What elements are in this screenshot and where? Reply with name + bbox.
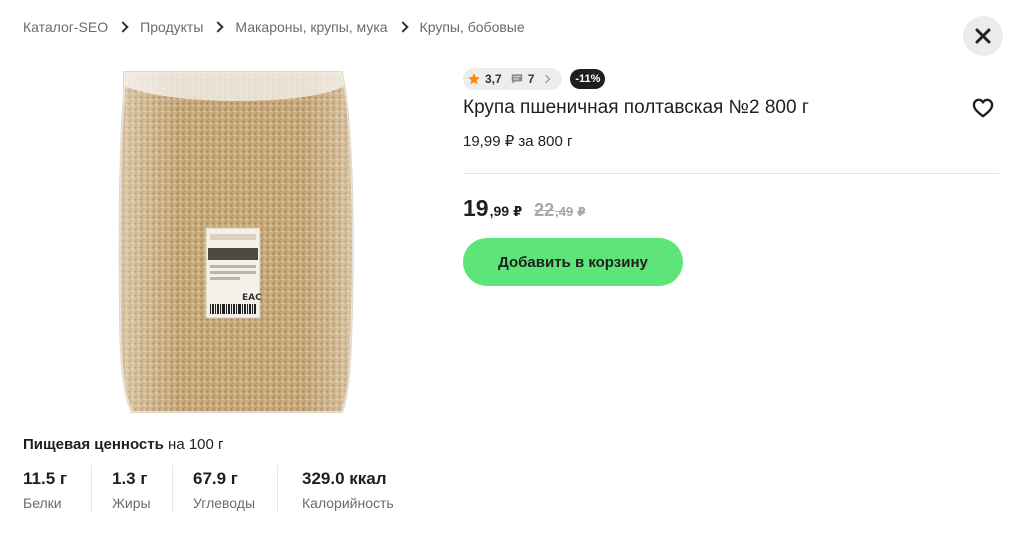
breadcrumb-products[interactable]: Продукты — [140, 19, 203, 35]
nutrition-title-suffix: на 100 г — [168, 436, 224, 453]
unit-price: 19,99 ₽ за 800 г — [463, 133, 573, 150]
rating-value: 3,7 — [485, 72, 502, 86]
reviews-count: 7 — [527, 72, 535, 86]
protein-label: Белки — [23, 495, 62, 511]
comment-icon — [511, 74, 522, 84]
product-image: ЕАС — [110, 66, 410, 416]
breadcrumb-groats-legumes[interactable]: Крупы, бобовые — [420, 19, 525, 35]
old-price: 22 ,49 ₽ — [534, 200, 585, 221]
discount-badge: -11% — [570, 69, 606, 89]
chevron-right-icon — [388, 17, 420, 37]
eac-mark: ЕАС — [242, 293, 262, 303]
fat-value: 1.3 г — [112, 469, 148, 488]
current-price-cents: ,99 — [489, 203, 510, 219]
close-icon — [975, 28, 991, 44]
price-block: 19 ,99 ₽ 22 ,49 ₽ — [463, 195, 586, 222]
nutrition-protein: 11.5 г Белки — [23, 465, 91, 513]
current-price-currency: ₽ — [513, 204, 523, 219]
nutrition-title: Пищевая ценность на 100 г — [23, 436, 224, 453]
chevron-right-icon — [542, 73, 554, 85]
product-badges: 3,7 7 -11% — [463, 68, 606, 90]
nutrition-title-bold: Пищевая ценность — [23, 436, 164, 453]
protein-value: 11.5 г — [23, 469, 67, 488]
breadcrumb: Каталог-SEO Продукты Макароны, крупы, му… — [23, 17, 525, 37]
star-icon — [468, 73, 480, 85]
nutrition-calories: 329.0 ккал Калорийность — [277, 465, 407, 513]
current-price-main: 19 — [463, 195, 489, 221]
nutrition-carbs: 67.9 г Углеводы — [172, 465, 277, 513]
favorite-button[interactable] — [970, 97, 996, 121]
close-button[interactable] — [963, 16, 1003, 56]
nutrition-facts: 11.5 г Белки 1.3 г Жиры 67.9 г Углеводы … — [23, 465, 407, 513]
nutrition-fat: 1.3 г Жиры — [91, 465, 172, 513]
chevron-right-icon — [108, 17, 140, 37]
chevron-right-icon — [203, 17, 235, 37]
carbs-value: 67.9 г — [193, 469, 238, 488]
old-price-main: 22 — [534, 200, 555, 220]
product-title: Крупа пшеничная полтавская №2 800 г — [463, 97, 809, 118]
carbs-label: Углеводы — [193, 495, 256, 511]
old-price-currency: ₽ — [577, 205, 586, 219]
breadcrumb-catalog-seo[interactable]: Каталог-SEO — [23, 19, 108, 35]
package-label: ЕАС — [205, 227, 262, 319]
calories-value: 329.0 ккал — [302, 469, 387, 488]
calories-label: Калорийность — [302, 495, 394, 511]
divider — [463, 173, 999, 174]
rating-reviews-chip[interactable]: 3,7 7 — [463, 68, 563, 90]
fat-label: Жиры — [112, 495, 151, 511]
add-to-cart-button[interactable]: Добавить в корзину — [463, 238, 683, 286]
old-price-cents: ,49 — [555, 204, 574, 219]
heart-icon — [972, 98, 994, 117]
breadcrumb-pasta-groats-flour[interactable]: Макароны, крупы, мука — [235, 19, 387, 35]
